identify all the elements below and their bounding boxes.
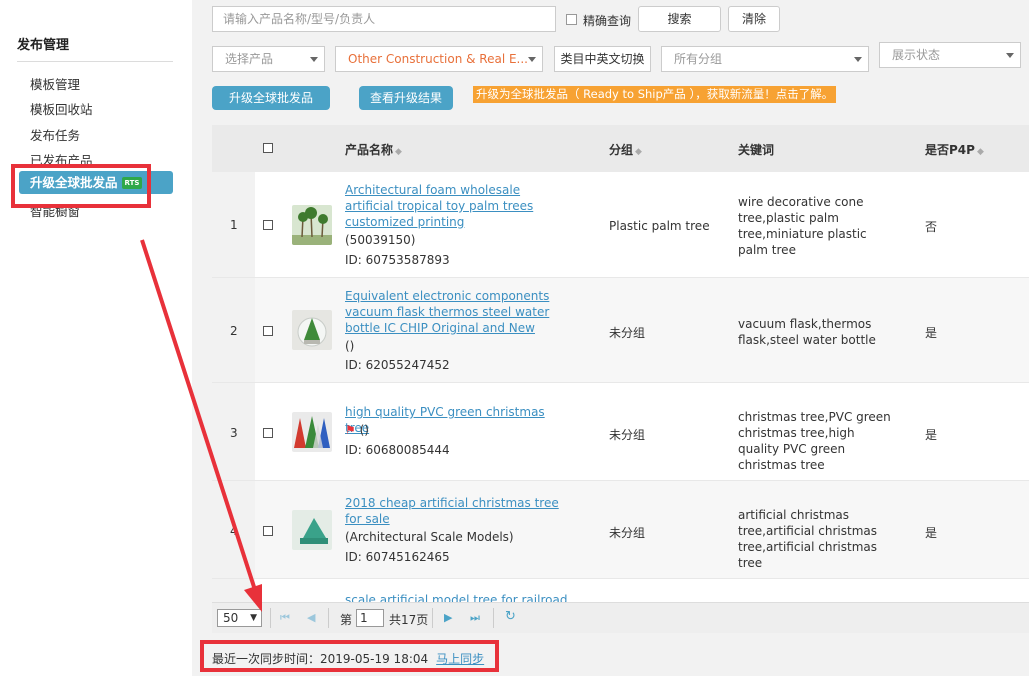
- product-name-link[interactable]: Architectural foam wholesale artificial …: [345, 182, 570, 230]
- product-p4p: 是: [925, 326, 938, 340]
- exact-search-label: 精确查询: [583, 14, 632, 28]
- view-upgrade-result-button[interactable]: 查看升级结果: [359, 86, 453, 110]
- sidebar-item-label: 升级全球批发品: [30, 175, 118, 190]
- table-row: 4 2018 cheap artificial christmas tree f…: [212, 481, 1029, 579]
- table-header: 产品名称 ◆ 分组 ◆ 关键词 是否P4P ◆: [212, 125, 1029, 172]
- category-language-toggle[interactable]: 类目中英文切换: [554, 46, 651, 72]
- product-name-link[interactable]: 2018 cheap artificial christmas tree for…: [345, 495, 570, 527]
- table-row: 3 high quality PVC green christmas tree …: [212, 383, 1029, 481]
- product-thumbnail: [292, 412, 332, 452]
- table-row: scale artificial model tree for railroad: [212, 579, 1029, 602]
- sidebar-item-template-management[interactable]: 模板管理: [30, 74, 80, 93]
- product-model: (50039150): [345, 233, 416, 247]
- product-group: Plastic palm tree: [609, 219, 710, 233]
- clear-button[interactable]: 清除: [728, 6, 780, 32]
- sidebar-item-published-products[interactable]: 已发布产品: [30, 150, 93, 169]
- prev-page-icon[interactable]: ◀: [307, 611, 315, 624]
- exact-search-checkbox[interactable]: [566, 14, 577, 25]
- product-thumbnail: [292, 205, 332, 245]
- sync-status: 最近一次同步时间：2019-05-19 18:04 马上同步: [212, 650, 484, 667]
- first-page-icon[interactable]: ⏮: [280, 611, 290, 625]
- product-model: (Architectural Scale Models): [345, 530, 514, 544]
- search-input[interactable]: 请输入产品名称/型号/负责人: [212, 6, 556, 32]
- category-select[interactable]: Other Construction & Real E...: [335, 46, 543, 72]
- column-header-name[interactable]: 产品名称 ◆: [345, 141, 402, 158]
- sidebar-title: 发布管理: [17, 38, 70, 53]
- upgrade-wholesale-button[interactable]: 升级全球批发品: [212, 86, 330, 110]
- product-group: 未分组: [609, 428, 646, 442]
- product-id: ID: 60745162465: [345, 550, 450, 564]
- product-name-link[interactable]: Equivalent electronic components vacuum …: [345, 288, 570, 336]
- status-select[interactable]: 展示状态: [879, 42, 1021, 68]
- last-page-icon[interactable]: ⏭: [470, 611, 480, 625]
- main-content: 请输入产品名称/型号/负责人 精确查询 搜索 清除 选择产品 Other Con…: [192, 0, 1029, 676]
- product-name-link[interactable]: high quality PVC green christmas tree: [345, 404, 570, 436]
- row-checkbox[interactable]: [263, 526, 273, 536]
- table-row: 1 Architectural foam wholesale artificia…: [212, 172, 1029, 278]
- next-page-icon[interactable]: ▶: [444, 611, 452, 624]
- sync-now-link[interactable]: 马上同步: [436, 652, 484, 666]
- rts-badge: RTS: [121, 177, 143, 189]
- product-id: ID: 60680085444: [345, 443, 450, 457]
- sidebar-item-template-recycle[interactable]: 模板回收站: [30, 99, 93, 118]
- row-checkbox[interactable]: [263, 428, 273, 438]
- page-label-prefix: 第: [340, 613, 353, 627]
- product-thumbnail: [292, 510, 332, 550]
- product-model: ⚑ (): [345, 423, 369, 437]
- sidebar-item-smart-showcase[interactable]: 智能橱窗: [30, 201, 80, 220]
- chevron-down-icon: [310, 57, 318, 62]
- sidebar-divider: [17, 61, 173, 62]
- sort-icon: ◆: [395, 147, 402, 157]
- search-button[interactable]: 搜索: [638, 6, 721, 32]
- product-p4p: 是: [925, 526, 938, 540]
- column-header-p4p[interactable]: 是否P4P ◆: [925, 141, 984, 158]
- page-number-input[interactable]: 1: [356, 609, 384, 627]
- product-group: 未分组: [609, 526, 646, 540]
- category-select-value: Other Construction & Real E...: [348, 52, 528, 66]
- product-name-link[interactable]: scale artificial model tree for railroad: [345, 592, 570, 602]
- product-thumbnail: [292, 310, 332, 350]
- row-number: 3: [230, 426, 238, 440]
- sort-icon: ◆: [976, 147, 984, 157]
- row-number: 1: [230, 218, 238, 232]
- status-select-value: 展示状态: [892, 48, 941, 62]
- sidebar-item-publish-tasks[interactable]: 发布任务: [30, 125, 80, 144]
- product-id: ID: 60753587893: [345, 253, 450, 267]
- row-checkbox[interactable]: [263, 326, 273, 336]
- total-pages-label: 共17页: [389, 613, 429, 627]
- page-size-select[interactable]: 50 ▼: [217, 609, 262, 627]
- product-select-value: 选择产品: [225, 52, 274, 66]
- refresh-icon[interactable]: ↻: [505, 609, 516, 624]
- table-row: 2 Equivalent electronic components vacuu…: [212, 278, 1029, 383]
- product-select[interactable]: 选择产品: [212, 46, 325, 72]
- product-id: ID: 62055247452: [345, 358, 450, 372]
- chevron-down-icon: ▼: [250, 613, 257, 623]
- product-keywords: vacuum flask,thermos flask,steel water b…: [738, 317, 876, 347]
- group-select[interactable]: 所有分组: [661, 46, 869, 72]
- chevron-down-icon: [1006, 53, 1014, 58]
- column-header-group[interactable]: 分组 ◆: [609, 141, 642, 158]
- sidebar-item-upgrade-wholesale[interactable]: 升级全球批发品 RTS: [19, 171, 173, 194]
- promo-banner-link[interactable]: 升级为全球批发品（ Ready to Ship产品 ），获取新流量！点击了解。: [473, 86, 837, 103]
- pagination-bar: 50 ▼ ⏮ ◀ 第 1 共17页 ▶ ⏭ ↻: [212, 602, 1029, 633]
- flag-icon: ⚑: [345, 423, 356, 437]
- chevron-down-icon: [854, 57, 862, 62]
- product-keywords: wire decorative cone tree,plastic palm t…: [738, 195, 867, 257]
- product-p4p: 否: [925, 220, 938, 234]
- product-p4p: 是: [925, 428, 938, 442]
- column-header-keywords: 关键词: [738, 143, 775, 157]
- product-group: 未分组: [609, 326, 646, 340]
- product-keywords: christmas tree,PVC green christmas tree,…: [738, 410, 891, 472]
- select-all-checkbox[interactable]: [263, 143, 273, 153]
- row-checkbox[interactable]: [263, 220, 273, 230]
- sync-time-text: 最近一次同步时间：2019-05-19 18:04: [212, 652, 429, 666]
- product-keywords: artificial christmas tree,artificial chr…: [738, 508, 877, 570]
- group-select-value: 所有分组: [674, 52, 723, 66]
- sidebar: 发布管理 模板管理 模板回收站 发布任务 已发布产品 智能橱窗 升级全球批发品 R…: [0, 0, 192, 676]
- sort-icon: ◆: [635, 147, 642, 157]
- product-model: (): [345, 339, 355, 353]
- chevron-down-icon: [528, 57, 536, 62]
- row-number: 2: [230, 324, 238, 338]
- row-number: 4: [230, 524, 238, 538]
